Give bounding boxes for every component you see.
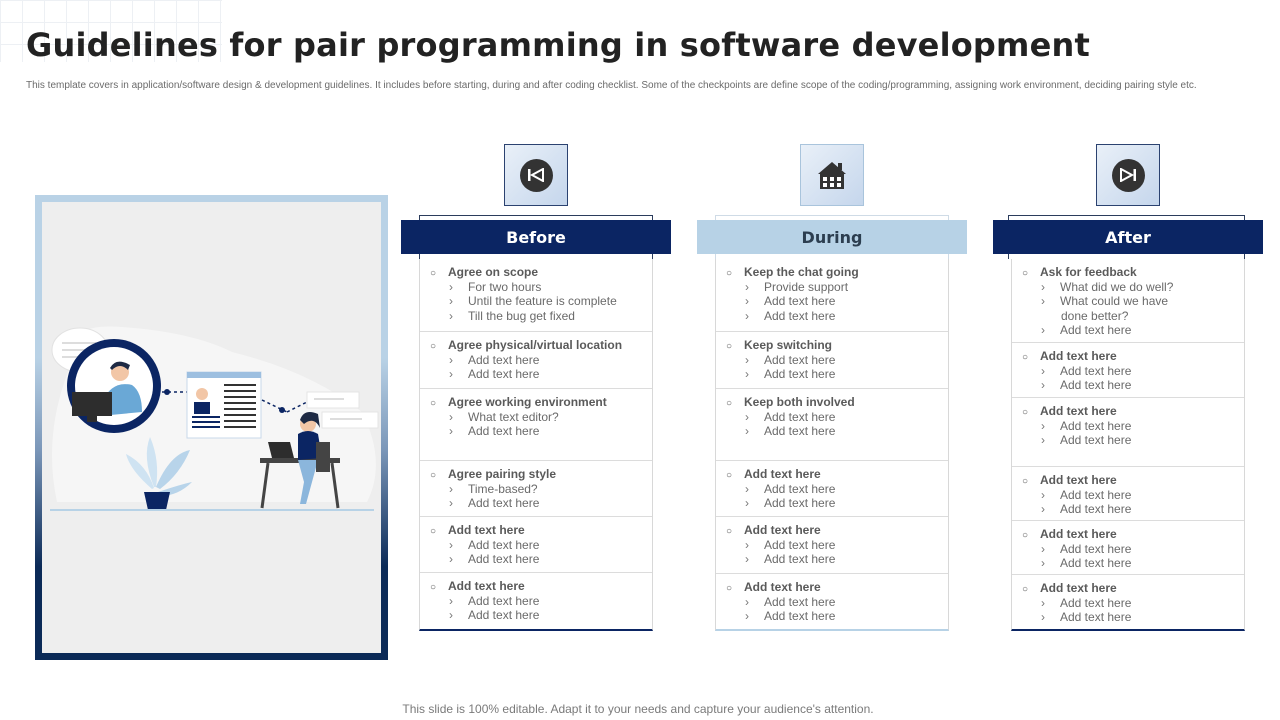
after-section-6: Add text here Add text here Add text her… bbox=[1012, 575, 1244, 629]
section-item: Add text here bbox=[1041, 364, 1131, 378]
section-item: Add text here bbox=[745, 410, 835, 424]
section-item: Add text here bbox=[449, 552, 539, 566]
section-item: Add text here bbox=[745, 309, 835, 323]
section-item: Add text here bbox=[1041, 556, 1131, 570]
section-heading: Add text here bbox=[726, 467, 821, 481]
section-heading: Add text here bbox=[1022, 473, 1117, 487]
footer-note: This slide is 100% editable. Adapt it to… bbox=[0, 702, 1280, 716]
section-item: Add text here bbox=[1041, 542, 1131, 556]
after-icon-box bbox=[1096, 144, 1160, 206]
section-item: Add text here bbox=[745, 496, 835, 510]
after-section-2: Add text here Add text here Add text her… bbox=[1012, 343, 1244, 398]
section-item: Time-based? bbox=[449, 482, 538, 496]
section-item: Add text here bbox=[745, 609, 835, 623]
section-item: Until the feature is complete bbox=[449, 294, 617, 308]
skip-back-icon bbox=[519, 158, 553, 192]
section-heading: Add text here bbox=[1022, 527, 1117, 541]
during-section-3: Keep both involved Add text here Add tex… bbox=[716, 389, 948, 461]
section-item: Add text here bbox=[1041, 323, 1131, 337]
after-section-4: Add text here Add text here Add text her… bbox=[1012, 467, 1244, 521]
page-subtitle: This template covers in application/soft… bbox=[26, 80, 1197, 91]
section-item: Till the bug get fixed bbox=[449, 309, 575, 323]
section-item: Add text here bbox=[745, 538, 835, 552]
section-heading: Agree pairing style bbox=[430, 467, 556, 481]
section-item: For two hours bbox=[449, 280, 541, 294]
section-item: Add text here bbox=[745, 424, 835, 438]
pair-programming-illustration bbox=[50, 326, 379, 511]
before-section-4: Agree pairing style Time-based? Add text… bbox=[420, 461, 652, 517]
after-header: After bbox=[993, 220, 1263, 254]
before-section-2: Agree physical/virtual location Add text… bbox=[420, 332, 652, 389]
section-heading: Keep both involved bbox=[726, 395, 855, 409]
section-item: Provide support bbox=[745, 280, 848, 294]
section-heading: Add text here bbox=[726, 523, 821, 537]
section-item: Add text here bbox=[449, 424, 539, 438]
laptop bbox=[268, 442, 294, 458]
after-section-5: Add text here Add text here Add text her… bbox=[1012, 521, 1244, 575]
section-item: Add text here bbox=[449, 496, 539, 510]
section-heading: Agree physical/virtual location bbox=[430, 338, 622, 352]
during-card: Keep the chat going Provide support Add … bbox=[715, 259, 949, 631]
illustration-panel bbox=[42, 202, 381, 653]
section-item: Add text here bbox=[449, 538, 539, 552]
before-section-3: Agree working environment What text edit… bbox=[420, 389, 652, 461]
during-section-1: Keep the chat going Provide support Add … bbox=[716, 259, 948, 332]
during-icon-box bbox=[800, 144, 864, 206]
after-section-3: Add text here Add text here Add text her… bbox=[1012, 398, 1244, 467]
section-heading: Add text here bbox=[1022, 349, 1117, 363]
section-item: Add text here bbox=[745, 482, 835, 496]
section-item: What did we do well? bbox=[1041, 280, 1173, 294]
section-item: Add text here bbox=[745, 552, 835, 566]
section-item: Add text here bbox=[1041, 488, 1131, 502]
section-item: Add text here bbox=[1041, 419, 1131, 433]
section-item: Add text here bbox=[449, 367, 539, 381]
during-header: During bbox=[697, 220, 967, 254]
section-item: Add text here bbox=[1041, 378, 1131, 392]
section-item: Add text here bbox=[449, 353, 539, 367]
section-item: Add text here bbox=[745, 294, 835, 308]
section-heading: Add text here bbox=[726, 580, 821, 594]
section-heading: Add text here bbox=[430, 523, 525, 537]
section-heading: Keep the chat going bbox=[726, 265, 859, 279]
page-title: Guidelines for pair programming in softw… bbox=[26, 26, 1090, 64]
during-section-2: Keep switching Add text here Add text he… bbox=[716, 332, 948, 389]
during-section-5: Add text here Add text here Add text her… bbox=[716, 517, 948, 574]
section-heading: Agree on scope bbox=[430, 265, 538, 279]
section-item: What could we have bbox=[1041, 294, 1168, 308]
section-item: Add text here bbox=[745, 367, 835, 381]
section-heading: Add text here bbox=[1022, 404, 1117, 418]
during-section-6: Add text here Add text here Add text her… bbox=[716, 574, 948, 630]
section-item: What text editor? bbox=[449, 410, 559, 424]
section-item-continued: done better? bbox=[1061, 309, 1129, 323]
section-item: Add text here bbox=[449, 594, 539, 608]
illustration-frame bbox=[35, 195, 388, 660]
section-item: Add text here bbox=[745, 595, 835, 609]
after-section-1: Ask for feedback What did we do well? Wh… bbox=[1012, 259, 1244, 343]
floor-line bbox=[50, 509, 374, 511]
section-heading: Add text here bbox=[1022, 581, 1117, 595]
section-heading: Add text here bbox=[430, 579, 525, 593]
footer-text: This slide is 100% editable. Adapt it to… bbox=[402, 702, 874, 716]
before-header: Before bbox=[401, 220, 671, 254]
during-section-4: Add text here Add text here Add text her… bbox=[716, 461, 948, 517]
section-heading: Agree working environment bbox=[430, 395, 607, 409]
section-item: Add text here bbox=[1041, 596, 1131, 610]
section-item: Add text here bbox=[1041, 610, 1131, 624]
before-icon-box bbox=[504, 144, 568, 206]
monitor bbox=[72, 392, 112, 416]
before-card: Agree on scope For two hours Until the f… bbox=[419, 259, 653, 631]
house-icon bbox=[818, 162, 846, 189]
before-section-5: Add text here Add text here Add text her… bbox=[420, 517, 652, 573]
section-item: Add text here bbox=[449, 608, 539, 622]
after-card: Ask for feedback What did we do well? Wh… bbox=[1011, 259, 1245, 631]
skip-forward-icon bbox=[1111, 158, 1145, 192]
section-item: Add text here bbox=[1041, 433, 1131, 447]
section-item: Add text here bbox=[1041, 502, 1131, 516]
section-heading: Keep switching bbox=[726, 338, 832, 352]
before-section-6: Add text here Add text here Add text her… bbox=[420, 573, 652, 629]
before-section-1: Agree on scope For two hours Until the f… bbox=[420, 259, 652, 332]
section-item: Add text here bbox=[745, 353, 835, 367]
section-heading: Ask for feedback bbox=[1022, 265, 1137, 279]
